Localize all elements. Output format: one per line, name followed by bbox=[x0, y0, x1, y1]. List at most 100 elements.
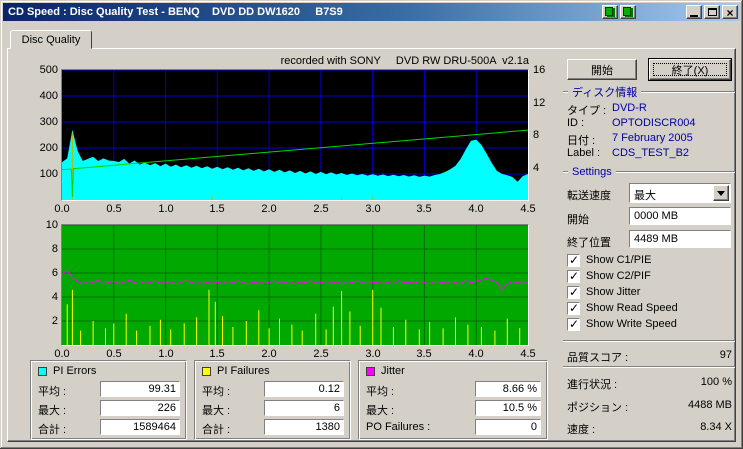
pi-failures-swatch-icon bbox=[202, 366, 211, 376]
header-line bbox=[563, 171, 568, 173]
close-button[interactable] bbox=[722, 5, 738, 19]
disc-id-label: ID : bbox=[567, 117, 585, 129]
x-axis-tick: 2.0 bbox=[261, 203, 277, 215]
disc-info-header-label: ディスク情報 bbox=[572, 87, 638, 99]
checkbox-show-c2-pif[interactable]: Show C2/PIF bbox=[567, 269, 651, 283]
y-axis-tick: 4 bbox=[51, 291, 58, 303]
x-axis-tick: 4.5 bbox=[520, 203, 536, 215]
header-line bbox=[641, 91, 735, 93]
checkbox-label: Show C2/PIF bbox=[586, 270, 651, 282]
minimize-button[interactable] bbox=[686, 5, 702, 19]
pi-errors-swatch-icon bbox=[38, 366, 47, 376]
x-axis-tick: 0.5 bbox=[106, 348, 122, 360]
y-axis-tick: 400 bbox=[39, 90, 58, 102]
settings-header-label: Settings bbox=[572, 166, 612, 178]
start-position-label: 開始 bbox=[567, 214, 589, 226]
copy-graph-button[interactable] bbox=[602, 5, 618, 19]
start-position-field[interactable]: 0000 MB bbox=[629, 207, 731, 225]
legend-row-label: PO Failures : bbox=[366, 421, 431, 433]
tab-label: Disc Quality bbox=[21, 33, 81, 46]
disc-date-label: 日付 : bbox=[567, 135, 596, 147]
x-axis-tick: 1.5 bbox=[209, 203, 225, 215]
legend-title: Jitter bbox=[381, 365, 405, 377]
app-window: CD Speed : Disc Quality Test - BENQ DVD … bbox=[0, 0, 743, 449]
save-graph-button[interactable] bbox=[620, 5, 636, 19]
legend-row-value: 0 bbox=[475, 419, 541, 435]
legend-row-label: 平均 : bbox=[202, 386, 231, 398]
legend-row-label: 合計 : bbox=[38, 424, 67, 436]
x-axis-tick: 3.0 bbox=[365, 203, 381, 215]
progress-value: 100 % bbox=[700, 376, 732, 388]
checkbox-label: Show Write Speed bbox=[586, 318, 677, 330]
checkbox-show-jitter[interactable]: Show Jitter bbox=[567, 285, 640, 299]
speed-select-value: 最大 bbox=[634, 190, 656, 202]
tab-disc-quality[interactable]: Disc Quality bbox=[10, 30, 92, 49]
checkbox-box[interactable] bbox=[567, 285, 580, 299]
pi-errors-legend: PI Errors 平均 : 99.31 最大 : 226 合計 : 15894… bbox=[30, 360, 187, 440]
x-axis-tick: 0.5 bbox=[106, 203, 122, 215]
disc-id-value: OPTODISCR004 bbox=[612, 117, 696, 129]
maximize-icon bbox=[707, 8, 717, 16]
checkbox-box[interactable] bbox=[567, 301, 580, 315]
legend-row-label: 最大 : bbox=[366, 405, 395, 417]
legend-row-value: 8.66 % bbox=[475, 381, 541, 397]
quality-score-value: 97 bbox=[719, 349, 732, 361]
legend-row-value: 99.31 bbox=[100, 381, 180, 397]
legend-row-label: 最大 : bbox=[38, 405, 67, 417]
y-axis-tick: 6 bbox=[51, 267, 58, 279]
x-axis-tick: 0.0 bbox=[54, 203, 70, 215]
end-position-label: 終了位置 bbox=[567, 237, 611, 249]
speed-label: 速度 : bbox=[567, 424, 596, 436]
start-button[interactable]: 開始 bbox=[567, 59, 637, 80]
speed-select[interactable]: 最大 bbox=[629, 183, 731, 203]
disc-label-value: CDS_TEST_B2 bbox=[612, 147, 690, 159]
exit-button-label: 終了(X) bbox=[671, 64, 709, 77]
chevron-down-icon[interactable] bbox=[713, 185, 729, 201]
disc-info-header: ディスク情報 bbox=[563, 86, 735, 99]
checkbox-show-write-speed[interactable]: Show Write Speed bbox=[567, 317, 677, 331]
jitter-pif-chart bbox=[61, 224, 529, 346]
legend-row-value: 1380 bbox=[264, 419, 344, 435]
x-axis-tick: 3.5 bbox=[416, 348, 432, 360]
speed-select-label: 転送速度 bbox=[567, 190, 611, 202]
header-line bbox=[563, 91, 568, 93]
y-axis-tick: 10 bbox=[45, 219, 58, 231]
legend-row-value: 6 bbox=[264, 400, 344, 416]
x-axis-tick: 1.5 bbox=[209, 348, 225, 360]
disc-date-value: 7 February 2005 bbox=[612, 132, 693, 144]
legend-row-value: 10.5 % bbox=[475, 400, 541, 416]
legend-row-value: 0.12 bbox=[264, 381, 344, 397]
disc-type-label: タイプ : bbox=[567, 105, 607, 117]
window-title: CD Speed : Disc Quality Test - BENQ DVD … bbox=[8, 6, 343, 18]
checkbox-box[interactable] bbox=[567, 269, 580, 283]
separator bbox=[563, 340, 735, 342]
progress-label: 進行状況 : bbox=[567, 379, 618, 391]
checkbox-box[interactable] bbox=[567, 253, 580, 267]
start-button-label: 開始 bbox=[591, 64, 613, 77]
end-position-field[interactable]: 4489 MB bbox=[629, 230, 731, 248]
y-axis-tick-right: 12 bbox=[533, 97, 546, 109]
x-axis-tick: 2.5 bbox=[313, 203, 329, 215]
quality-score-label: 品質スコア : bbox=[567, 352, 629, 364]
checkbox-show-c1-pie[interactable]: Show C1/PIE bbox=[567, 253, 651, 267]
minimize-icon bbox=[690, 15, 698, 17]
exit-button[interactable]: 終了(X) bbox=[648, 58, 732, 81]
checkbox-box[interactable] bbox=[567, 317, 580, 331]
checkbox-show-read-speed[interactable]: Show Read Speed bbox=[567, 301, 678, 315]
jitter-swatch-icon bbox=[366, 366, 375, 376]
close-icon bbox=[726, 5, 733, 20]
legend-title: PI Errors bbox=[53, 365, 97, 377]
legend-row-label: 平均 : bbox=[38, 386, 67, 398]
legend-row-value: 1589464 bbox=[100, 419, 180, 435]
x-axis-tick: 2.5 bbox=[313, 348, 329, 360]
x-axis-tick: 1.0 bbox=[158, 348, 174, 360]
x-axis-tick: 2.0 bbox=[261, 348, 277, 360]
y-axis-tick: 200 bbox=[39, 142, 58, 154]
x-axis-tick: 0.0 bbox=[54, 348, 70, 360]
legend-row-label: 最大 : bbox=[202, 405, 231, 417]
maximize-button[interactable] bbox=[704, 5, 720, 19]
title-bar[interactable]: CD Speed : Disc Quality Test - BENQ DVD … bbox=[3, 3, 740, 21]
x-axis-tick: 4.0 bbox=[468, 348, 484, 360]
speed-value: 8.34 X bbox=[700, 421, 732, 433]
position-label: ポジション : bbox=[567, 402, 629, 414]
